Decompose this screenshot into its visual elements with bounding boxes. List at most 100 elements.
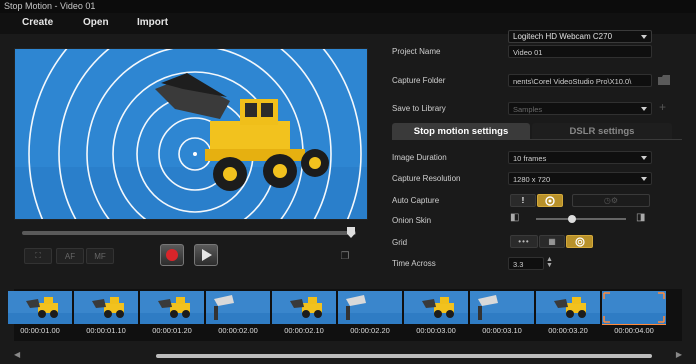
save-to-library-select[interactable]: Samples: [508, 102, 652, 115]
frame-timecode: 00:00:04.00: [614, 326, 654, 335]
filmstrip[interactable]: 00:00:01.00 00:00:01.10 00:00:01.20 00:00:0…: [8, 289, 682, 341]
capture-resolution-select[interactable]: 1280 x 720: [508, 172, 652, 185]
auto-capture-manual-button[interactable]: !: [510, 194, 536, 207]
clock-settings-icon: ◷⚙: [603, 196, 619, 205]
play-button[interactable]: [194, 244, 218, 266]
frame-thumbnail: [602, 291, 666, 325]
frame-thumbnail: [338, 291, 402, 324]
stepper-arrows-icon[interactable]: ▲ ▼: [546, 256, 553, 269]
filmstrip-scrollbar[interactable]: ◀ ▶: [14, 350, 682, 360]
manual-focus-button[interactable]: MF: [86, 248, 114, 264]
project-name-value: Video 01: [513, 48, 543, 57]
frame-timecode: 00:00:01.10: [86, 326, 126, 335]
autofocus-label: AF: [64, 251, 76, 261]
window-title: Stop Motion - Video 01: [4, 1, 96, 11]
grid-squares-button[interactable]: ▦: [539, 235, 565, 248]
tab-stop-motion-label: Stop motion settings: [413, 125, 509, 137]
auto-capture-settings-button[interactable]: ◷⚙: [572, 194, 650, 207]
image-duration-value: 10 frames: [513, 154, 547, 163]
grid-circles-button[interactable]: [566, 235, 593, 248]
frame-thumbnail: [404, 291, 468, 324]
onion-skin-slider[interactable]: [536, 215, 626, 223]
image-duration-select[interactable]: 10 frames: [508, 151, 652, 164]
frame-thumbnail: [536, 291, 600, 324]
image-duration-label: Image Duration: [392, 153, 447, 162]
scroll-left-icon[interactable]: ◀: [14, 350, 20, 359]
snapshot-button[interactable]: ❐: [336, 248, 354, 264]
menu-bar: Create Open Import Logitech HD Webcam C2…: [0, 13, 696, 43]
filmstrip-frame[interactable]: 00:00:04.00: [602, 291, 666, 338]
capture-resolution-value: 1280 x 720: [513, 175, 551, 184]
filmstrip-frame[interactable]: 00:00:03.20: [536, 291, 600, 338]
project-name-label: Project Name: [392, 47, 441, 56]
snapshot-icon: ❐: [340, 250, 350, 262]
time-across-stepper[interactable]: 3.3: [508, 257, 544, 270]
menu-create[interactable]: Create: [22, 17, 53, 28]
capture-preview: [14, 48, 368, 220]
frame-thumbnail: [206, 291, 270, 324]
tab-divider: [392, 139, 682, 140]
play-icon: [202, 249, 212, 261]
record-icon: [166, 249, 178, 261]
frame-timecode: 00:00:01.20: [152, 326, 192, 335]
frame-timecode: 00:00:02.20: [350, 326, 390, 335]
camera-select-value: Logitech HD Webcam C270: [513, 32, 613, 41]
filmstrip-frame[interactable]: 00:00:01.20: [140, 291, 204, 338]
add-library-icon[interactable]: +: [659, 100, 666, 114]
frame-timecode: 00:00:03.10: [482, 326, 522, 335]
tab-dslr-settings[interactable]: DSLR settings: [532, 123, 672, 139]
filmstrip-frame[interactable]: 00:00:02.10: [272, 291, 336, 338]
frame-thumbnail: [272, 291, 336, 324]
preview-scrubber[interactable]: [22, 227, 356, 238]
project-name-input[interactable]: Video 01: [508, 45, 652, 58]
filmstrip-frame[interactable]: 00:00:03.00: [404, 291, 468, 338]
record-button[interactable]: [160, 244, 184, 266]
filmstrip-frame[interactable]: 00:00:01.00: [8, 291, 72, 338]
scroll-right-icon[interactable]: ▶: [676, 350, 682, 359]
manual-focus-label: MF: [94, 251, 106, 261]
auto-capture-label: Auto Capture: [392, 196, 440, 205]
auto-capture-toggle[interactable]: [537, 194, 563, 207]
save-to-library-value: Samples: [513, 105, 543, 114]
autofocus-button[interactable]: AF: [56, 248, 84, 264]
frame-timecode: 00:00:03.20: [548, 326, 588, 335]
capture-folder-value: nents\Corel VideoStudio Pro\X10.0\: [513, 77, 632, 86]
frame-thumbnail: [8, 291, 72, 324]
fit-screen-icon: ⛶: [35, 251, 41, 260]
filmstrip-frame[interactable]: 00:00:02.20: [338, 291, 402, 338]
menu-import[interactable]: Import: [137, 17, 168, 28]
capture-folder-input[interactable]: nents\Corel VideoStudio Pro\X10.0\: [508, 74, 652, 87]
menu-open[interactable]: Open: [83, 17, 109, 28]
single-frame-icon: !: [521, 196, 525, 205]
filmstrip-frame[interactable]: 00:00:03.10: [470, 291, 534, 338]
filmstrip-frame[interactable]: 00:00:01.10: [74, 291, 138, 338]
folder-icon[interactable]: [657, 74, 671, 86]
preview-image: [15, 49, 367, 219]
grid-label: Grid: [392, 238, 408, 247]
time-across-label: Time Across: [392, 259, 436, 268]
scrollbar-thumb[interactable]: [156, 354, 652, 358]
title-bar: Stop Motion - Video 01: [0, 0, 696, 13]
grid-dots-button[interactable]: •••: [510, 235, 538, 248]
grid-icon: ▦: [548, 237, 556, 246]
frame-timecode: 00:00:02.10: [284, 326, 324, 335]
tab-dslr-label: DSLR settings: [569, 125, 635, 137]
scrubber-handle[interactable]: [347, 227, 355, 238]
time-across-value: 3.3: [513, 260, 524, 269]
camera-select[interactable]: Logitech HD Webcam C270: [508, 30, 652, 43]
frame-thumbnail: [74, 291, 138, 324]
frame-timecode: 00:00:03.00: [416, 326, 456, 335]
concentric-circles-icon: [574, 236, 585, 247]
frame-timecode: 00:00:02.00: [218, 326, 258, 335]
onion-skin-label: Onion Skin: [392, 216, 432, 225]
frame-thumbnail: [470, 291, 534, 324]
onion-skin-max-icon: ◨: [636, 212, 646, 223]
tab-stop-motion-settings[interactable]: Stop motion settings: [392, 123, 530, 139]
onion-skin-min-icon: ◧: [510, 212, 520, 223]
frame-timecode: 00:00:01.00: [20, 326, 60, 335]
filmstrip-frame[interactable]: 00:00:02.00: [206, 291, 270, 338]
onion-skin-handle[interactable]: [568, 215, 576, 223]
frame-thumbnail: [140, 291, 204, 324]
capture-resolution-label: Capture Resolution: [392, 174, 461, 183]
fit-screen-button[interactable]: ⛶: [24, 248, 52, 264]
